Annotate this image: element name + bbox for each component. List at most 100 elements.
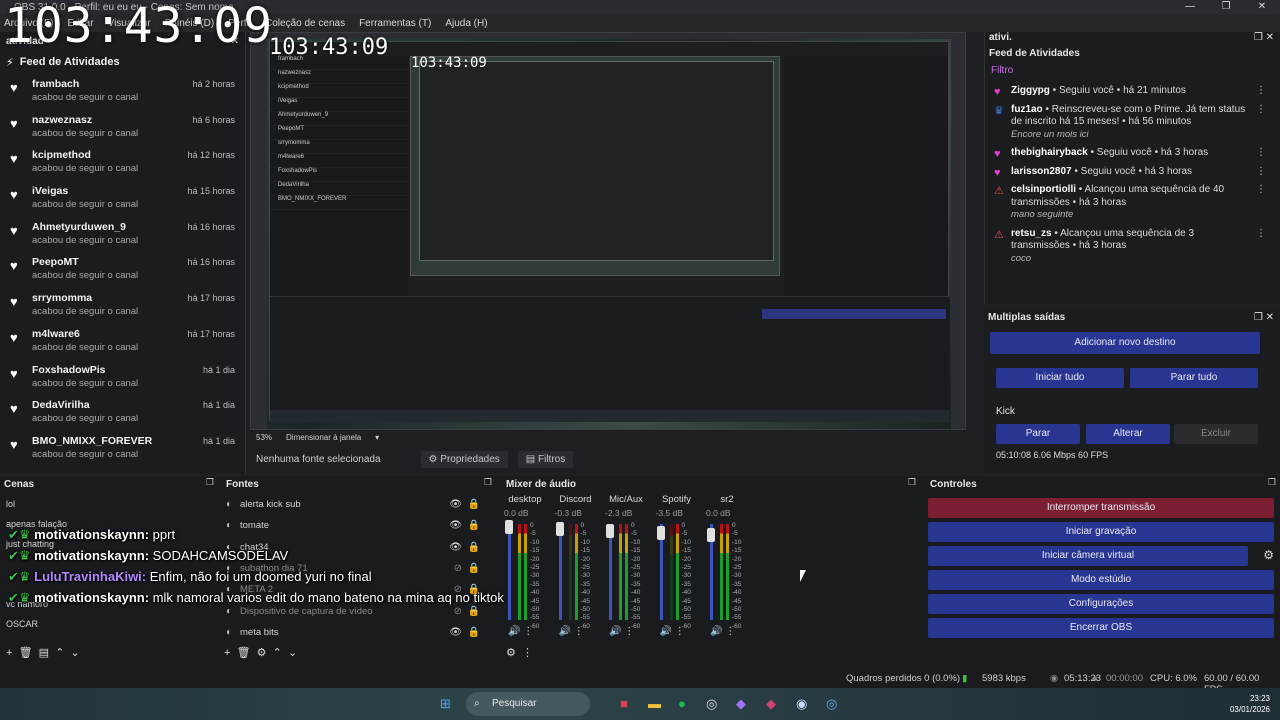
- speaker-icon[interactable]: 🔊: [508, 626, 520, 637]
- settings-button[interactable]: Configurações: [928, 594, 1274, 614]
- filter-icon[interactable]: ▤: [39, 647, 49, 659]
- feed-item[interactable]: ♥ kcipmethod acabou de seguir o canal há 12…: [0, 145, 245, 181]
- app-icon[interactable]: ◆: [766, 696, 776, 712]
- eye-icon[interactable]: 👁: [449, 627, 462, 638]
- activity-item[interactable]: ♥ Ziggypg • Seguiu você • há 21 minutos ⋮: [985, 82, 1280, 101]
- stop-button[interactable]: Parar: [996, 424, 1080, 444]
- filter-link[interactable]: Filtro: [985, 62, 1280, 82]
- popout-icon[interactable]: ❐: [206, 477, 214, 488]
- studio-mode-button[interactable]: Modo estúdio: [928, 570, 1274, 590]
- taskbar-search[interactable]: ⌕ Pesquisar: [466, 692, 590, 716]
- feed-item[interactable]: ♥ BMO_NMIXX_FOREVER acabou de seguir o can…: [0, 431, 245, 467]
- feed-item[interactable]: ♥ frambach acabou de seguir o canal há 2 ho…: [0, 74, 245, 110]
- fader-knob[interactable]: [505, 520, 513, 534]
- chevron-up-icon[interactable]: ⌃: [55, 647, 64, 659]
- stop-stream-button[interactable]: Interromper transmissão: [928, 498, 1274, 518]
- more-icon[interactable]: ⋮: [1256, 166, 1266, 179]
- fader-knob[interactable]: [656, 526, 665, 540]
- activity-item[interactable]: ♥ thebighairyback • Seguiu você • há 3 ho…: [985, 144, 1280, 163]
- start-all-button[interactable]: Iniciar tudo: [996, 368, 1124, 388]
- feed-item[interactable]: ♥ m4lware6 acabou de seguir o canal há 17 h…: [0, 324, 245, 360]
- add-icon[interactable]: +: [6, 647, 12, 659]
- speaker-icon[interactable]: 🔊: [660, 626, 672, 637]
- feed-item[interactable]: ♥ FoxshadowPis acabou de seguir o canal há …: [0, 360, 245, 396]
- browser-icon[interactable]: ◎: [826, 696, 837, 712]
- feed-item[interactable]: ♥ PeepoMT acabou de seguir o canal há 16 ho…: [0, 252, 245, 288]
- more-icon[interactable]: ⋮: [621, 626, 634, 637]
- more-icon[interactable]: ⋮: [1256, 184, 1266, 197]
- steam-icon[interactable]: ◉: [796, 696, 807, 712]
- eye-icon[interactable]: 👁: [449, 499, 462, 510]
- fader-knob[interactable]: [555, 522, 564, 536]
- chevron-down-icon[interactable]: ▾: [375, 433, 379, 442]
- source-item[interactable]: ◐ meta bits 👁 🔒: [222, 622, 492, 643]
- trash-icon[interactable]: 🗑: [237, 647, 251, 659]
- obs-icon[interactable]: ◎: [706, 696, 717, 712]
- start-virtual-camera-button[interactable]: Iniciar câmera virtual: [928, 546, 1248, 566]
- chevron-up-icon[interactable]: ⌃: [273, 647, 282, 659]
- spotify-icon[interactable]: ●: [678, 696, 686, 711]
- activity-item[interactable]: ♛ fuz1ao • Reinscreveu-se com o Prime. Já…: [985, 101, 1280, 145]
- dock-window-controls[interactable]: ❐ ✕: [1254, 312, 1274, 323]
- speaker-icon[interactable]: 🔊: [609, 626, 621, 637]
- activity-item[interactable]: ⚠ celsinportiolli • Alcançou uma sequênci…: [985, 181, 1280, 225]
- feed-item[interactable]: ♥ nazweznasz acabou de seguir o canal há 6 …: [0, 110, 245, 146]
- source-item[interactable]: ◐ alerta kick sub 👁 🔒: [222, 494, 492, 515]
- menu-scene-collection[interactable]: Coleção de cenas: [265, 18, 345, 29]
- gear-icon[interactable]: ⚙: [506, 647, 516, 659]
- more-icon[interactable]: ⋮: [522, 647, 533, 659]
- delete-button[interactable]: Excluir: [1174, 424, 1258, 444]
- dock-window-controls[interactable]: ❐ ✕: [1254, 32, 1274, 48]
- windows-start-icon[interactable]: ⊞: [440, 696, 451, 712]
- close-button[interactable]: ✕: [1244, 0, 1280, 14]
- more-icon[interactable]: ⋮: [1256, 147, 1266, 160]
- trash-icon[interactable]: 🗑: [19, 647, 33, 659]
- feed-item[interactable]: ♥ srrymomma acabou de seguir o canal há 17 …: [0, 288, 245, 324]
- more-icon[interactable]: ⋮: [1256, 104, 1266, 117]
- speaker-icon[interactable]: 🔊: [710, 626, 722, 637]
- add-icon[interactable]: +: [224, 647, 230, 659]
- activity-item[interactable]: ♥ larisson2807 • Seguiu você • há 3 horas…: [985, 163, 1280, 182]
- more-icon[interactable]: ⋮: [1256, 85, 1266, 98]
- more-icon[interactable]: ⋮: [520, 626, 533, 637]
- lock-icon[interactable]: 🔒: [468, 499, 480, 510]
- exit-button[interactable]: Encerrar OBS: [928, 618, 1274, 638]
- chevron-down-icon[interactable]: ⌄: [288, 647, 297, 659]
- more-icon[interactable]: ⋮: [722, 626, 735, 637]
- stream-preview[interactable]: frambach nazweznasz kcipmethod iVeigas Ahmet…: [250, 32, 966, 430]
- more-icon[interactable]: ⋮: [571, 626, 584, 637]
- volume-fader[interactable]: [508, 524, 511, 620]
- fader-knob[interactable]: [707, 528, 715, 542]
- filters-button[interactable]: ▤ Filtros: [517, 450, 574, 468]
- volume-fader[interactable]: [558, 524, 562, 620]
- edit-button[interactable]: Alterar: [1086, 424, 1170, 444]
- popout-icon[interactable]: ❐: [1268, 477, 1276, 488]
- properties-button[interactable]: ⚙ Propriedades: [420, 450, 508, 468]
- add-destination-button[interactable]: Adicionar novo destino: [990, 332, 1260, 354]
- scene-item[interactable]: lol: [0, 494, 218, 514]
- popout-icon[interactable]: ❐: [908, 477, 916, 488]
- start-recording-button[interactable]: Iniciar gravação: [928, 522, 1274, 542]
- scene-item[interactable]: OSCAR: [0, 614, 218, 634]
- feed-item[interactable]: ♥ Ahmetyurduwen_9 acabou de seguir o canal…: [0, 217, 245, 253]
- minimize-button[interactable]: —: [1172, 0, 1208, 14]
- gear-icon[interactable]: ⚙: [257, 647, 267, 659]
- twitch-icon[interactable]: ◆: [736, 696, 746, 712]
- more-icon[interactable]: ⋮: [1256, 228, 1266, 241]
- menu-tools[interactable]: Ferramentas (T): [359, 18, 431, 29]
- activity-item[interactable]: ⚠ retsu_zs • Alcançou uma sequência de 3 …: [985, 225, 1280, 269]
- lock-icon[interactable]: 🔒: [468, 627, 480, 638]
- chevron-down-icon[interactable]: ⌄: [71, 647, 80, 659]
- feed-item[interactable]: ♥ iVeigas acabou de seguir o canal há 15 ho…: [0, 181, 245, 217]
- speaker-icon[interactable]: 🔊: [559, 626, 571, 637]
- volume-fader[interactable]: [609, 524, 612, 620]
- stop-all-button[interactable]: Parar tudo: [1130, 368, 1258, 388]
- gear-icon[interactable]: ⚙: [1263, 548, 1274, 562]
- feed-item[interactable]: ♥ DedaVirilha acabou de seguir o canal há 1…: [0, 395, 245, 431]
- fader-knob[interactable]: [606, 524, 614, 538]
- more-icon[interactable]: ⋮: [672, 626, 685, 637]
- popout-icon[interactable]: ❐: [484, 477, 492, 488]
- folder-icon[interactable]: ▬: [648, 696, 661, 711]
- app-icon[interactable]: ■: [620, 696, 628, 711]
- menu-help[interactable]: Ajuda (H): [445, 18, 487, 29]
